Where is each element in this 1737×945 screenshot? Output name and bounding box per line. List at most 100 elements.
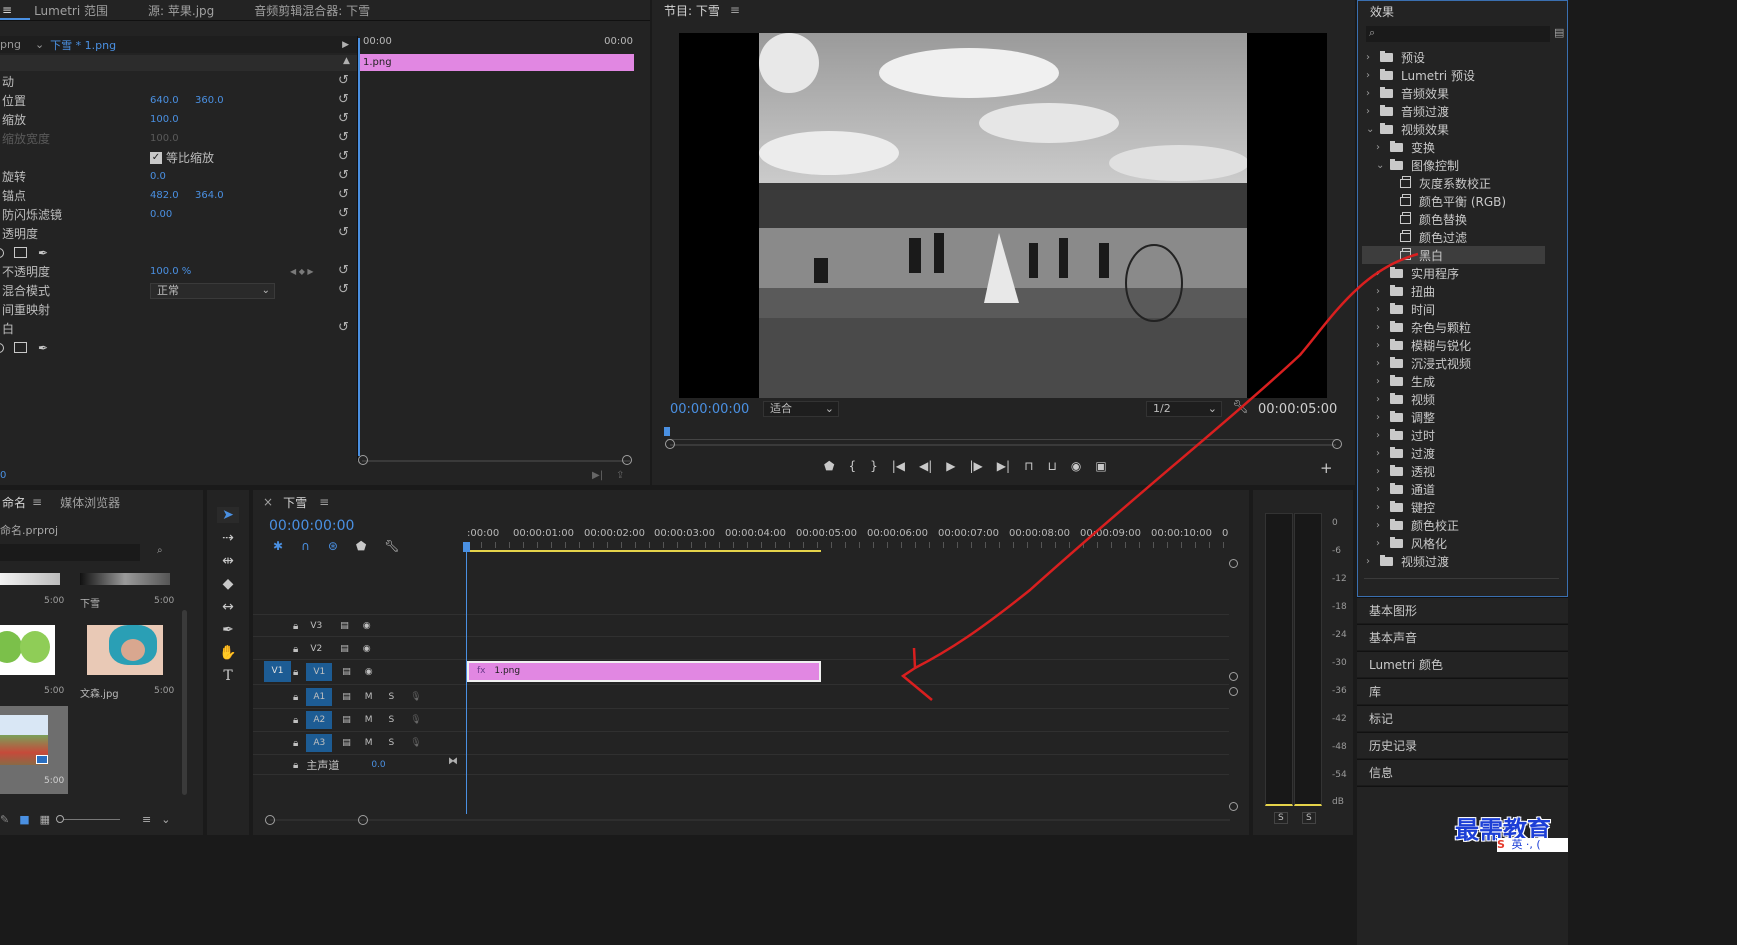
reset-icon[interactable]: ↺	[338, 282, 349, 297]
chevron-right-icon[interactable]: ›	[1376, 394, 1386, 405]
scroll-handle-left[interactable]	[265, 815, 275, 825]
lock-icon[interactable]: ✎	[0, 813, 9, 826]
effects-tree-item[interactable]: › 音频效果	[1366, 84, 1567, 102]
scroll-handle-left[interactable]	[665, 439, 675, 449]
selection-tool-icon[interactable]: ➤	[217, 507, 239, 523]
eye-icon[interactable]: ◉	[363, 621, 371, 631]
info-panel[interactable]: 信息	[1357, 759, 1568, 785]
chevron-right-icon[interactable]: ›	[1376, 358, 1386, 369]
solo-left-button[interactable]: S	[1274, 812, 1288, 824]
export-icon[interactable]: ⇪	[616, 470, 624, 481]
microphone-icon[interactable]: 🎙︎	[410, 715, 421, 725]
effects-tree-item[interactable]: 颜色过滤	[1386, 228, 1567, 246]
effects-tree-item[interactable]: › 过渡	[1376, 444, 1567, 462]
project-item[interactable]	[0, 573, 60, 585]
close-icon[interactable]: ×	[263, 495, 273, 509]
solo-button[interactable]: S	[389, 715, 395, 725]
rectangle-mask-icon[interactable]	[14, 247, 27, 258]
chevron-down-icon[interactable]: ⌄	[35, 38, 44, 51]
program-title[interactable]: 节目: 下雪	[664, 2, 720, 19]
effects-tree-item[interactable]: ⌄ 视频效果	[1366, 120, 1567, 138]
sort-icon[interactable]: ≡	[142, 813, 151, 826]
ellipse-mask-icon[interactable]	[0, 247, 4, 258]
extract-icon[interactable]: ⊔	[1047, 459, 1056, 477]
timeline-h-scrollbar[interactable]	[270, 819, 1230, 821]
chevron-right-icon[interactable]: ›	[1376, 448, 1386, 459]
reset-icon[interactable]: ↺	[338, 206, 349, 221]
chevron-right-icon[interactable]: ›	[1376, 538, 1386, 549]
essential-graphics-panel[interactable]: 基本图形	[1357, 597, 1568, 623]
reset-icon[interactable]: ↺	[338, 92, 349, 107]
pen-mask-icon[interactable]: ✒	[38, 246, 48, 260]
effects-tree-item[interactable]: › 通道	[1376, 480, 1567, 498]
position-x-value[interactable]: 640.0	[150, 95, 179, 106]
chevron-right-icon[interactable]: ›	[1376, 430, 1386, 441]
lock-icon[interactable]: 🔒︎	[293, 760, 298, 771]
reset-icon[interactable]: ↺	[338, 320, 349, 335]
sequence-clip-selector[interactable]: 下雪 * 1.png	[50, 37, 116, 53]
timeline-playhead[interactable]	[466, 544, 467, 814]
reset-icon[interactable]: ↺	[338, 168, 349, 183]
tab-project[interactable]: 命名	[2, 494, 26, 511]
scroll-handle-right[interactable]	[622, 455, 632, 465]
collapse-icon[interactable]: ▲	[343, 56, 350, 66]
effects-tree-item[interactable]: › 过时	[1376, 426, 1567, 444]
lock-icon[interactable]: 🔒︎	[293, 715, 298, 726]
reset-icon[interactable]: ↺	[338, 263, 349, 278]
effects-tree-item[interactable]: › 调整	[1376, 408, 1567, 426]
microphone-icon[interactable]: 🎙︎	[410, 692, 421, 702]
track-label[interactable]: V1	[306, 663, 333, 681]
effects-search-input[interactable]: ⌕	[1366, 26, 1550, 42]
tab-media-browser[interactable]: 媒体浏览器	[60, 494, 120, 511]
lock-icon[interactable]: 🔒︎	[293, 738, 298, 749]
sync-lock-icon[interactable]: ▤	[342, 715, 351, 725]
chevron-right-icon[interactable]: ›	[1376, 484, 1386, 495]
solo-right-button[interactable]: S	[1302, 812, 1316, 824]
lock-icon[interactable]: 🔒︎	[293, 621, 298, 632]
history-panel[interactable]: 历史记录	[1357, 732, 1568, 758]
chevron-right-icon[interactable]: ›	[1366, 70, 1376, 81]
mute-button[interactable]: M	[365, 715, 373, 725]
project-item-thumbnail[interactable]	[87, 625, 163, 675]
chevron-right-icon[interactable]: ›	[1376, 502, 1386, 513]
project-scrollbar[interactable]	[182, 610, 187, 795]
panel-menu-icon[interactable]: ≡	[730, 3, 740, 17]
chevron-right-icon[interactable]: ›	[1376, 286, 1386, 297]
nest-icon[interactable]: ✱	[273, 539, 283, 553]
solo-button[interactable]: S	[389, 692, 395, 702]
effects-tree-item[interactable]: › 沉浸式视频	[1376, 354, 1567, 372]
zoom-slider[interactable]	[56, 814, 121, 823]
reset-icon[interactable]: ↺	[338, 187, 349, 202]
resolution-select[interactable]: 1/2 ⌄	[1146, 401, 1222, 417]
chevron-right-icon[interactable]: ›	[1366, 88, 1376, 99]
type-tool-icon[interactable]: T	[223, 668, 232, 684]
panel-menu-icon[interactable]: ≡	[32, 495, 42, 509]
scroll-handle-right[interactable]	[358, 815, 368, 825]
add-marker-icon[interactable]: ⬟	[356, 539, 366, 553]
chevron-right-icon[interactable]: ›	[1366, 52, 1376, 63]
sync-lock-icon[interactable]: ▤	[342, 692, 351, 702]
export-frame-icon[interactable]: ◉	[1071, 459, 1081, 477]
effects-scrollbar[interactable]	[1364, 578, 1559, 579]
chevron-right-icon[interactable]: ›	[1376, 520, 1386, 531]
libraries-panel[interactable]: 库	[1357, 678, 1568, 704]
chevron-right-icon[interactable]: ›	[1376, 268, 1386, 279]
ellipse-mask-icon[interactable]	[0, 342, 4, 353]
eye-icon[interactable]: ◉	[363, 644, 371, 654]
mark-out-icon[interactable]: }	[870, 459, 878, 477]
lock-icon[interactable]: 🔒︎	[293, 644, 298, 655]
scale-value[interactable]: 100.0	[150, 114, 179, 125]
chevron-right-icon[interactable]: ›	[1366, 106, 1376, 117]
fit-select[interactable]: 适合 ⌄	[763, 401, 839, 417]
mark-in-icon[interactable]: {	[848, 459, 856, 477]
effects-tree-item[interactable]: › 扭曲	[1376, 282, 1567, 300]
work-area-bar[interactable]	[467, 550, 821, 552]
anchor-y-value[interactable]: 364.0	[195, 190, 224, 201]
snap-icon[interactable]: ∩	[301, 539, 310, 553]
keyframe-nav-icon[interactable]: ◀ ◆ ▶	[290, 267, 314, 276]
scroll-handle[interactable]	[1229, 559, 1238, 568]
scroll-handle-left[interactable]	[358, 455, 368, 465]
effects-tree-item[interactable]: › 变换	[1376, 138, 1567, 156]
sync-lock-icon[interactable]: ▤	[342, 738, 351, 748]
track-label[interactable]: V3	[310, 621, 322, 631]
